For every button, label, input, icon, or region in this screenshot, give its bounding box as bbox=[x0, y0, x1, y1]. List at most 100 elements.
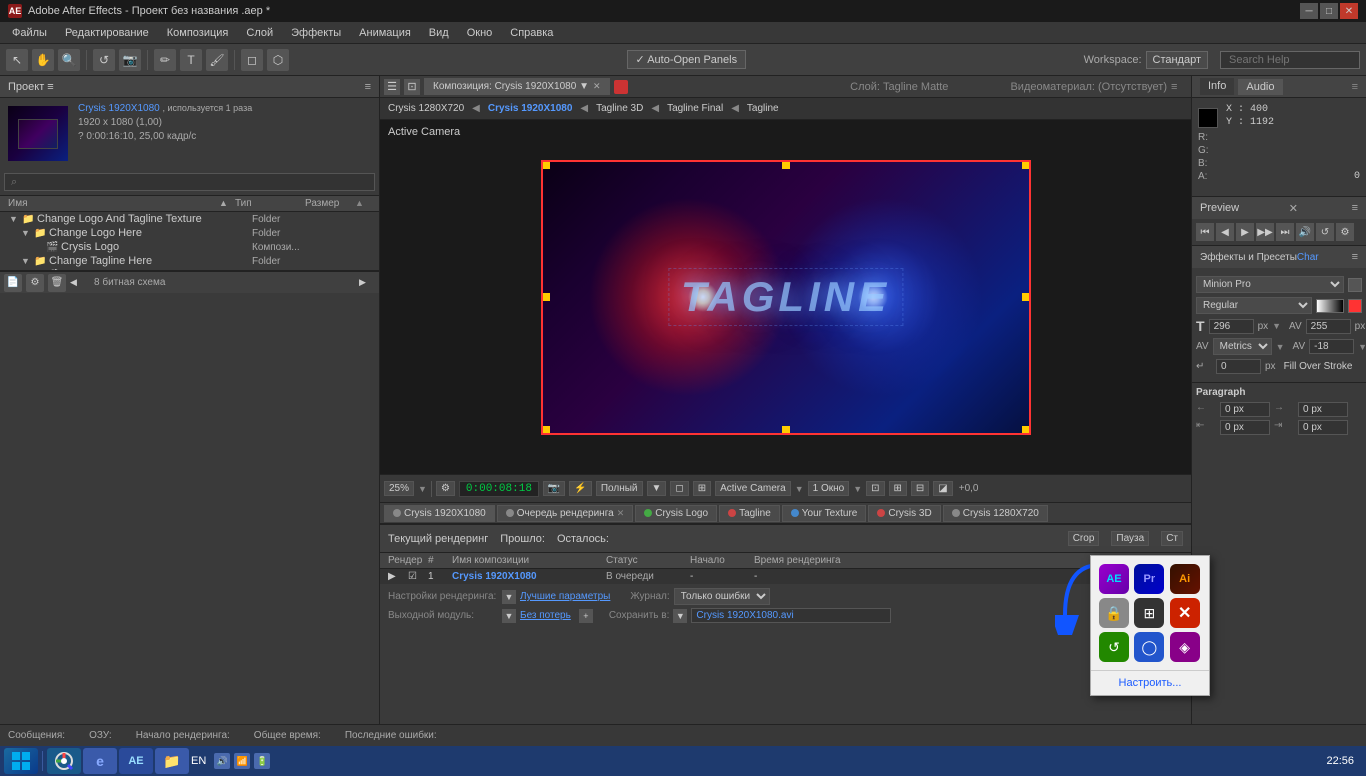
minimize-button[interactable]: ─ bbox=[1300, 3, 1318, 19]
camera-icon[interactable]: 📷 bbox=[543, 481, 565, 496]
menu-window[interactable]: Окно bbox=[459, 25, 501, 41]
layout-icon2[interactable]: ⊞ bbox=[889, 481, 907, 496]
font-name-select[interactable]: Minion Pro bbox=[1196, 276, 1344, 293]
region-icon[interactable]: ◻ bbox=[670, 481, 688, 496]
preview-skip-start[interactable]: ⏮ bbox=[1196, 223, 1214, 241]
scroll-up[interactable]: ▲ bbox=[355, 198, 371, 209]
preview-settings[interactable]: ⚙ bbox=[1336, 223, 1354, 241]
crop-button[interactable]: Crop bbox=[1068, 531, 1100, 546]
panel-options-icon[interactable]: ≡ bbox=[365, 81, 371, 93]
new-comp-icon[interactable]: 📄 bbox=[4, 274, 22, 292]
quality-arrow[interactable]: ▼ bbox=[647, 481, 667, 496]
comp-settings-icon[interactable]: ⚙ bbox=[436, 481, 455, 496]
tab-tagline[interactable]: Tagline bbox=[719, 505, 780, 522]
expand-toggle[interactable]: ▼ bbox=[21, 256, 31, 266]
menu-composition[interactable]: Композиция bbox=[159, 25, 237, 41]
preview-prev-frame[interactable]: ◀ bbox=[1216, 223, 1234, 241]
breadcrumb-crysis1280[interactable]: Crysis 1280X720 bbox=[388, 103, 464, 114]
layout-icon1[interactable]: ⊡ bbox=[866, 481, 884, 496]
camera-arrow[interactable]: ▼ bbox=[795, 484, 804, 494]
corner-br[interactable] bbox=[1022, 426, 1030, 434]
tool-pen[interactable]: ✏ bbox=[154, 49, 176, 71]
menu-effects[interactable]: Эффекты bbox=[283, 25, 349, 41]
menu-animation[interactable]: Анимация bbox=[351, 25, 419, 41]
corner-tl[interactable] bbox=[542, 161, 550, 169]
preview-close[interactable]: ✕ bbox=[1289, 202, 1298, 215]
comp-snap-icon[interactable]: ⊡ bbox=[404, 79, 420, 95]
comp-canvas[interactable]: TAGLINE bbox=[541, 160, 1031, 435]
render-expand[interactable]: ▶ bbox=[388, 571, 404, 582]
output-dropdown-icon[interactable]: ▼ bbox=[502, 609, 516, 623]
tab-crysis1280[interactable]: Crysis 1280X720 bbox=[943, 505, 1048, 522]
zoom-arrow[interactable]: ▼ bbox=[418, 484, 427, 494]
quality-control[interactable]: Полный bbox=[596, 481, 643, 496]
tool-camera[interactable]: 📷 bbox=[119, 49, 141, 71]
tab-crysis-logo[interactable]: Crysis Logo bbox=[635, 505, 717, 522]
ae-taskbar-icon[interactable]: AE bbox=[119, 748, 153, 774]
info-tab[interactable]: Info bbox=[1200, 78, 1234, 95]
leading-arrow[interactable]: ▼ bbox=[1358, 342, 1366, 352]
windows-arrow[interactable]: ▼ bbox=[853, 484, 862, 494]
menu-files[interactable]: Файлы bbox=[4, 25, 55, 41]
auto-open-panels-button[interactable]: ✓ Auto-Open Panels bbox=[627, 50, 747, 69]
tab-crysis3d[interactable]: Crysis 3D bbox=[868, 505, 940, 522]
tray-icon3[interactable]: 🔋 bbox=[254, 753, 270, 769]
comp-tab-main[interactable]: Композиция: Crysis 1920X1080 ▼ ✕ bbox=[424, 78, 610, 95]
comp-menu-icon[interactable]: ☰ bbox=[384, 79, 400, 95]
corner-ml[interactable] bbox=[542, 293, 550, 301]
breadcrumb-taglinefinal[interactable]: Tagline Final bbox=[667, 103, 723, 114]
save-dropdown-icon[interactable]: ▼ bbox=[673, 609, 687, 623]
zoom-control[interactable]: 25% bbox=[384, 481, 414, 496]
popup-ae-icon[interactable]: AE bbox=[1099, 564, 1129, 594]
scroll-left[interactable]: ◀ bbox=[70, 277, 90, 288]
menu-view[interactable]: Вид bbox=[421, 25, 457, 41]
sort-icon[interactable]: ▲ bbox=[219, 198, 235, 209]
expand-toggle[interactable]: ▼ bbox=[21, 228, 31, 238]
project-list-item[interactable]: 🎬TaglineКомпози... bbox=[0, 268, 379, 270]
search-input[interactable] bbox=[1220, 51, 1360, 69]
configure-button[interactable]: Настроить... bbox=[1091, 670, 1209, 695]
preview-options[interactable]: ≡ bbox=[1352, 202, 1358, 214]
menu-edit[interactable]: Редактирование bbox=[57, 25, 157, 41]
indent-right-input[interactable] bbox=[1298, 420, 1348, 435]
popup-close-icon[interactable]: ✕ bbox=[1170, 598, 1200, 628]
tray-icon1[interactable]: 🔊 bbox=[214, 753, 230, 769]
stroke-swatch[interactable] bbox=[1316, 299, 1344, 313]
render-checkbox[interactable]: ☑ bbox=[408, 571, 424, 582]
menu-layer[interactable]: Слой bbox=[238, 25, 281, 41]
explorer-taskbar-icon[interactable]: 📁 bbox=[155, 748, 189, 774]
breadcrumb-crysis1920[interactable]: Crysis 1920X1080 bbox=[488, 103, 573, 114]
close-button[interactable]: ✕ bbox=[1340, 3, 1358, 19]
tool-select[interactable]: ↖ bbox=[6, 49, 28, 71]
comp-tab-close[interactable]: ✕ bbox=[593, 81, 601, 92]
corner-bl[interactable] bbox=[542, 426, 550, 434]
log-select[interactable]: Только ошибки bbox=[674, 588, 770, 605]
workspace-select[interactable]: Стандарт bbox=[1146, 51, 1209, 69]
corner-mr[interactable] bbox=[1022, 293, 1030, 301]
tab-render-queue[interactable]: Очередь рендеринга ✕ bbox=[497, 505, 634, 522]
grid-icon[interactable]: ⊞ bbox=[693, 481, 711, 496]
project-list-item[interactable]: 🎬Crysis LogoКомпози... bbox=[0, 240, 379, 254]
tool-hand[interactable]: ✋ bbox=[32, 49, 54, 71]
time-display[interactable]: 0:00:08:18 bbox=[459, 481, 539, 497]
project-search-input[interactable] bbox=[4, 173, 375, 191]
char-tab[interactable]: Char bbox=[1297, 252, 1319, 263]
tool-rotate[interactable]: ↺ bbox=[93, 49, 115, 71]
metrics-select[interactable]: Metrics bbox=[1213, 338, 1272, 355]
preview-audio[interactable]: 🔊 bbox=[1296, 223, 1314, 241]
popup-ai-icon[interactable]: Ai bbox=[1170, 564, 1200, 594]
audio-tab[interactable]: Audio bbox=[1238, 79, 1282, 95]
ie-taskbar-icon[interactable]: e bbox=[83, 748, 117, 774]
layout-icon4[interactable]: ◪ bbox=[933, 481, 952, 496]
settings-dropdown-icon[interactable]: ▼ bbox=[502, 590, 516, 604]
panel-options[interactable]: ≡ bbox=[1171, 81, 1187, 93]
output-value-link[interactable]: Без потерь bbox=[520, 610, 571, 621]
color-swatch[interactable] bbox=[1198, 108, 1218, 128]
margin-left-input[interactable] bbox=[1220, 402, 1270, 417]
pause-button[interactable]: Пауза bbox=[1111, 531, 1149, 546]
scroll-right[interactable]: ▶ bbox=[359, 277, 375, 288]
metrics-arrow[interactable]: ▼ bbox=[1276, 342, 1285, 352]
preview-skip-end[interactable]: ⏭ bbox=[1276, 223, 1294, 241]
size-arrow[interactable]: ▼ bbox=[1272, 321, 1281, 331]
tool-shape[interactable]: ◻ bbox=[241, 49, 263, 71]
